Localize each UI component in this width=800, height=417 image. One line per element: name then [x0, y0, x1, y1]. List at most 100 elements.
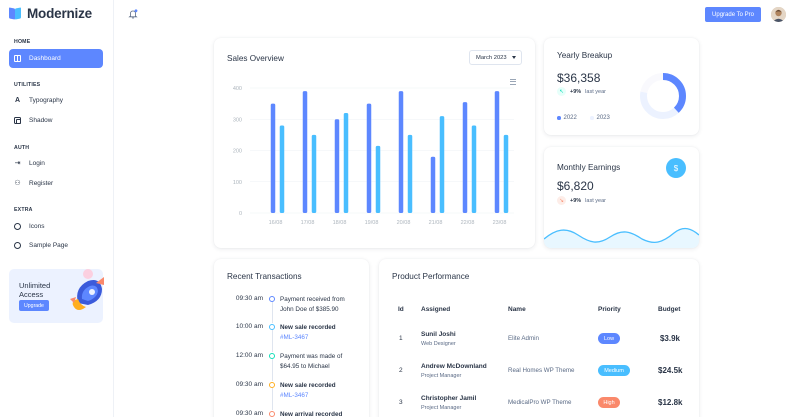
- sidebar-item-login[interactable]: ⇥ Login: [9, 154, 103, 173]
- yearly-trend: ↖ +9% last year: [557, 87, 606, 96]
- mood-happy-icon: [14, 223, 21, 230]
- arrow-up-left-icon: ↖: [557, 87, 566, 96]
- row-id: 1: [399, 335, 403, 342]
- yearly-breakup-donut-chart: [640, 73, 686, 119]
- sidebar-item-dashboard[interactable]: Dashboard: [9, 49, 103, 68]
- sidebar-item-icons[interactable]: Icons: [9, 217, 103, 236]
- legend-dot: [590, 116, 594, 120]
- row-name: Elite Admin: [508, 335, 539, 342]
- nav-caption-auth: AUTH: [14, 145, 30, 151]
- sidebar-item-sample-page[interactable]: Sample Page: [9, 236, 103, 255]
- row-budget: $3.9k: [659, 334, 680, 343]
- legend-2023: 2023: [590, 115, 610, 121]
- promo-upgrade-button[interactable]: Upgrade: [19, 300, 49, 311]
- timeline-connector: [271, 302, 273, 323]
- transaction-link[interactable]: #ML-3467: [280, 334, 308, 341]
- sales-overview-chart: 0 100 200 300 400 16/08 17/08 18/08 19/08 20/08 21…: [233, 86, 514, 226]
- transaction-time: 12:00 am: [235, 352, 263, 359]
- timeline-connector: [271, 330, 273, 352]
- bar-17-08-series-1[interactable]: [302, 91, 308, 213]
- sidebar-item-label: Sample Page: [29, 242, 69, 249]
- monthly-change-label: last year: [585, 197, 606, 204]
- bell-icon[interactable]: [128, 9, 138, 19]
- recent-transactions-title: Recent Transactions: [227, 272, 302, 281]
- sidebar-item-label: Icons: [29, 223, 45, 230]
- monthly-earnings-card: Monthly Earnings $ $6,820 ↘ +9% last yea…: [544, 147, 699, 248]
- column-header-priority: Priority: [598, 306, 621, 313]
- bar-22-08-series-2[interactable]: [471, 125, 477, 214]
- transaction-description: New sale recorded: [280, 382, 336, 389]
- bar-20-08-series-2[interactable]: [407, 134, 413, 213]
- y-tick-label: 300: [233, 117, 242, 123]
- bar-21-08-series-2[interactable]: [439, 116, 445, 213]
- row-budget: $12.8k: [658, 398, 683, 407]
- bar-23-08-series-2[interactable]: [503, 134, 509, 213]
- bar-19-08-series-1[interactable]: [366, 103, 372, 213]
- bar-16-08-series-2[interactable]: [279, 125, 285, 214]
- sidebar-item-label: Dashboard: [29, 55, 61, 62]
- row-role: Project Manager: [421, 405, 462, 411]
- column-header-budget: Budget: [658, 306, 681, 313]
- bar-20-08-series-1[interactable]: [398, 91, 404, 213]
- upgrade-promo-card: Unlimited Access Upgrade: [9, 269, 104, 323]
- row-assigned: Andrew McDownland: [421, 363, 487, 370]
- transaction-link[interactable]: #ML-3467: [280, 392, 308, 399]
- sidebar-item-shadow[interactable]: Shadow: [9, 111, 103, 130]
- transaction-text: Payment was made of $64.95 to Michael: [280, 352, 360, 371]
- user-plus-icon: ⚇: [14, 180, 21, 187]
- legend-2022: 2022: [557, 115, 577, 121]
- bar-22-08-series-1[interactable]: [462, 102, 468, 213]
- legend-label: 2022: [563, 115, 577, 121]
- column-header-assigned: Assigned: [421, 306, 451, 313]
- monthly-earnings-amount: $6,820: [557, 179, 594, 193]
- column-header-id: Id: [398, 306, 404, 313]
- sidebar: Modernize HOME Dashboard UTILITIES A Typ…: [0, 0, 114, 417]
- transaction-time: 10:00 am: [235, 323, 263, 330]
- sidebar-item-typography[interactable]: A Typography: [9, 91, 103, 110]
- row-role: Web Designer: [421, 341, 456, 347]
- yearly-breakup-card: Yearly Breakup $36,358 ↖ +9% last year 2…: [544, 38, 699, 135]
- row-budget: $24.5k: [658, 366, 683, 375]
- x-tick-label: 19/08: [365, 220, 379, 226]
- row-id: 3: [399, 399, 403, 406]
- priority-badge: Low: [598, 333, 620, 344]
- bar-16-08-series-1[interactable]: [270, 103, 276, 213]
- transaction-time: 09:30 am: [235, 295, 263, 302]
- timeline-connector: [271, 388, 273, 410]
- app-name: Modernize: [27, 6, 92, 21]
- column-header-name: Name: [508, 306, 526, 313]
- bar-23-08-series-1[interactable]: [494, 91, 500, 213]
- transaction-text: New arrival recorded: [280, 410, 360, 417]
- dashboard-grid-icon: [14, 55, 21, 62]
- yearly-breakup-title: Yearly Breakup: [557, 51, 613, 60]
- bar-21-08-series-1[interactable]: [430, 156, 436, 213]
- sidebar-item-register[interactable]: ⚇ Register: [9, 174, 103, 193]
- dollar-icon: $: [666, 158, 686, 178]
- upgrade-to-pro-button[interactable]: Upgrade To Pro: [705, 7, 761, 22]
- x-tick-label: 16/08: [269, 220, 283, 226]
- nav-caption-utilities: UTILITIES: [14, 82, 41, 88]
- rocket-illustration-icon: [70, 269, 104, 310]
- priority-badge: Medium: [598, 365, 630, 376]
- y-tick-label: 400: [233, 86, 242, 92]
- priority-badge: High: [598, 397, 620, 408]
- x-tick-label: 22/08: [461, 220, 475, 226]
- bar-18-08-series-2[interactable]: [343, 113, 349, 213]
- transaction-time: 09:30 am: [235, 410, 263, 417]
- transaction-text: Payment received from John Doe of $385.9…: [280, 295, 360, 314]
- bar-17-08-series-2[interactable]: [311, 134, 317, 213]
- nav-caption-extra: EXTRA: [14, 207, 33, 213]
- x-tick-label: 20/08: [397, 220, 411, 226]
- transaction-description: New sale recorded: [280, 324, 336, 331]
- row-assigned: Sunil Joshi: [421, 331, 456, 338]
- bar-18-08-series-1[interactable]: [334, 119, 340, 213]
- typography-icon: A: [14, 97, 21, 104]
- logo[interactable]: Modernize: [9, 6, 92, 21]
- avatar[interactable]: [771, 7, 786, 22]
- transaction-text: New sale recorded #ML-3467: [280, 323, 360, 342]
- sidebar-item-label: Register: [29, 180, 54, 187]
- y-tick-label: 0: [239, 211, 242, 217]
- bar-19-08-series-2[interactable]: [375, 145, 381, 213]
- monthly-change: +9%: [570, 197, 582, 204]
- row-id: 2: [399, 367, 403, 374]
